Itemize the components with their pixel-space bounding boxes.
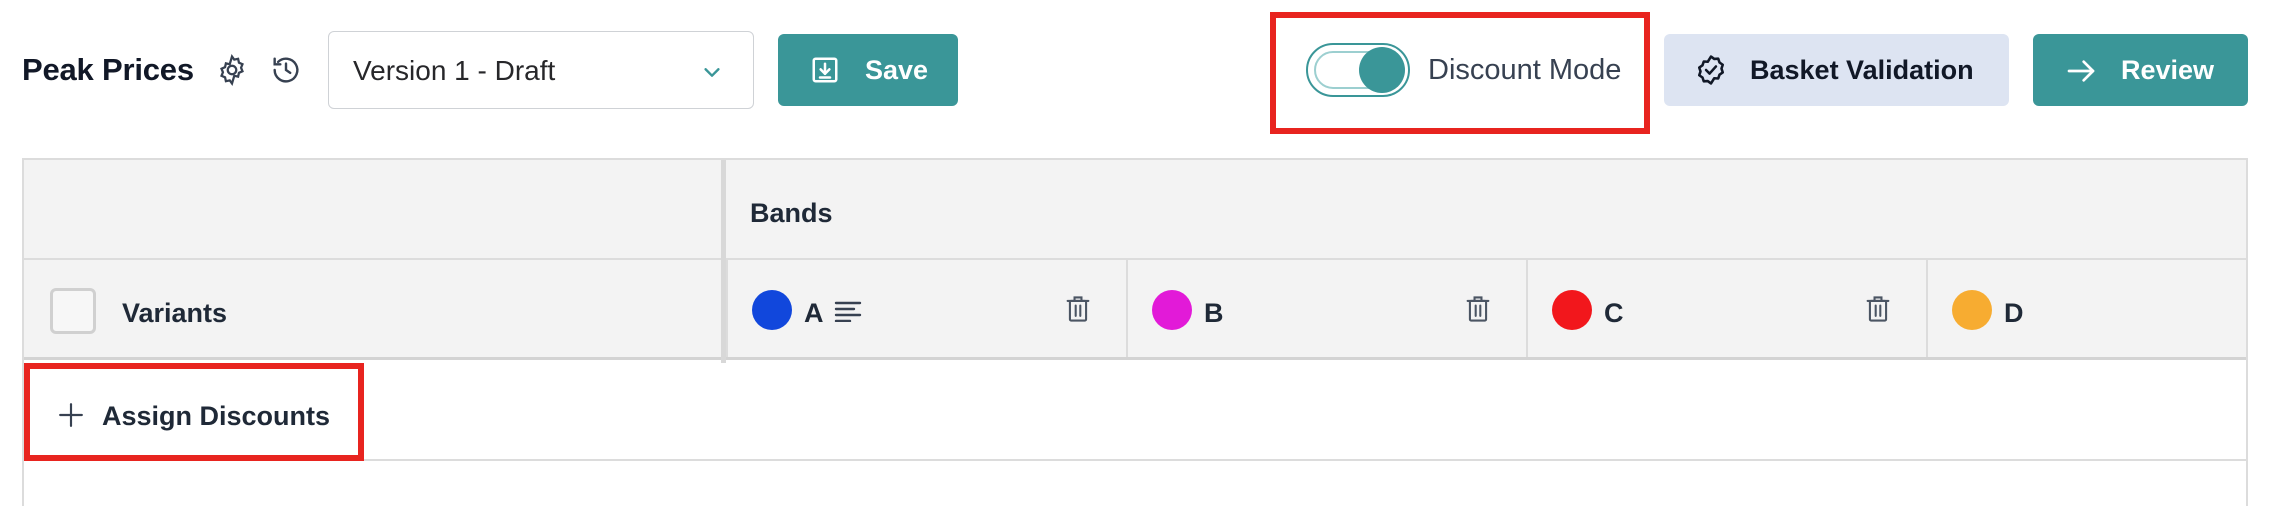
grid-column-header: Variants A B C D [24, 260, 2246, 360]
version-select[interactable]: Version 1 - Draft [328, 31, 754, 109]
band-name: A [804, 298, 824, 328]
band-column-d[interactable]: D [1926, 260, 2246, 357]
chevron-down-icon [704, 68, 720, 77]
history-icon[interactable] [268, 52, 304, 88]
save-icon [812, 57, 838, 83]
band-color-dot [752, 290, 792, 330]
arrow-right-icon [2067, 60, 2095, 82]
discount-mode-label: Discount Mode [1428, 54, 1622, 86]
band-column-c[interactable]: C [1526, 260, 1926, 357]
grid-group-header: Bands [24, 160, 2246, 260]
review-button-label: Review [2121, 55, 2215, 85]
empty-row [24, 463, 2246, 506]
bands-header: Bands [750, 198, 833, 228]
assign-discounts-label: Assign Discounts [102, 401, 331, 431]
assign-discounts-button[interactable]: Assign Discounts [24, 363, 364, 461]
trash-icon[interactable] [1464, 294, 1492, 324]
assign-discounts-row: Assign Discounts [24, 363, 2246, 461]
trash-icon[interactable] [1864, 294, 1892, 324]
badge-check-icon [1697, 55, 1725, 85]
toggle-knob [1359, 47, 1405, 93]
trash-icon[interactable] [1064, 294, 1092, 324]
variants-header: Variants [122, 298, 228, 328]
select-all-checkbox[interactable] [50, 288, 96, 334]
basket-validation-button[interactable]: Basket Validation [1664, 34, 2009, 106]
review-button[interactable]: Review [2033, 34, 2248, 106]
text-align-left-icon [834, 301, 862, 322]
plus-icon [59, 403, 83, 427]
gear-icon[interactable] [214, 52, 250, 88]
basket-validation-label: Basket Validation [1750, 55, 1974, 85]
save-button-label: Save [865, 55, 929, 85]
band-name: B [1204, 298, 1224, 328]
band-color-dot [1952, 290, 1992, 330]
toolbar: Peak Prices Version 1 - Draft Save Disco… [0, 0, 2276, 140]
version-select-value: Version 1 - Draft [353, 55, 556, 86]
page-title: Peak Prices [22, 52, 194, 87]
band-column-b[interactable]: B [1126, 260, 1526, 357]
band-color-dot [1552, 290, 1592, 330]
band-name: C [1604, 298, 1624, 328]
band-color-dot [1152, 290, 1192, 330]
discount-mode-toggle[interactable] [1306, 43, 1410, 97]
save-button[interactable]: Save [778, 34, 958, 106]
band-column-a[interactable]: A [726, 260, 1126, 357]
column-divider[interactable] [721, 160, 726, 363]
bands-grid: Bands Variants A B C D Assign Discounts [22, 158, 2248, 506]
band-name: D [2004, 298, 2024, 328]
